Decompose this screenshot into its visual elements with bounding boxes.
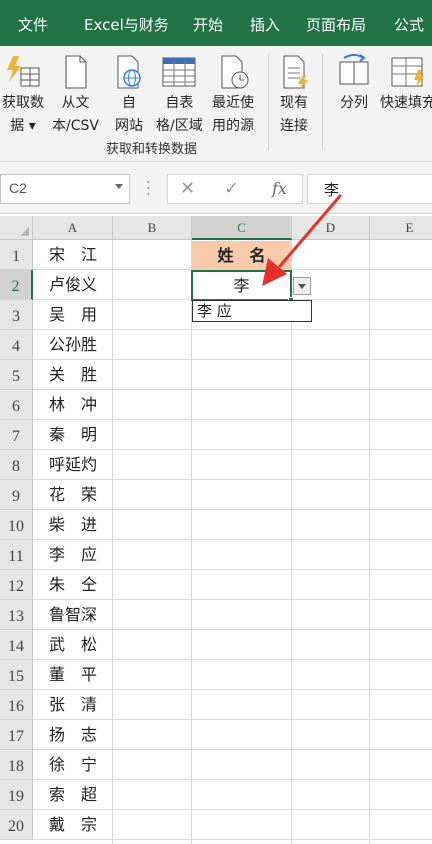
cell-a17[interactable]: 扬 志 — [34, 720, 112, 750]
row-header-8[interactable]: 8 — [0, 450, 33, 480]
drag-handle-icon[interactable]: · · · — [146, 176, 150, 202]
from-web-button[interactable]: 自 网站 — [114, 54, 144, 138]
cell-a18[interactable]: 徐 宁 — [34, 750, 112, 780]
ribbon-tab-bar: 文件 Excel与财务 开始 插入 页面布局 公式 — [0, 0, 432, 46]
tab-file[interactable]: 文件 — [18, 0, 48, 46]
gridline — [291, 240, 292, 844]
row-header-12[interactable]: 12 — [0, 570, 33, 600]
cell-a16[interactable]: 张 清 — [34, 690, 112, 720]
row-header-7[interactable]: 7 — [0, 420, 33, 450]
formula-bar: C2 · · · ✕ ✓ fx 李 — [0, 162, 432, 214]
existing-connections-button[interactable]: 现有 连接 — [278, 54, 310, 138]
get-data-button[interactable]: 获取数 据 ▾ — [2, 54, 44, 138]
tab-insert[interactable]: 插入 — [250, 0, 280, 46]
row-header-9[interactable]: 9 — [0, 480, 33, 510]
formula-value: 李 — [324, 181, 340, 199]
gridline — [369, 240, 370, 844]
ribbon: 获取数 据 ▾ 从文 本/CSV 自 网站 自表 格/区域 最近使 用的源 现有… — [0, 46, 432, 162]
row-header-5[interactable]: 5 — [0, 360, 33, 390]
cell-a14[interactable]: 武 松 — [34, 630, 112, 660]
tab-home[interactable]: 开始 — [193, 0, 223, 46]
ribbon-separator — [322, 54, 323, 150]
row-header-13[interactable]: 13 — [0, 600, 33, 630]
row-header-19[interactable]: 19 — [0, 780, 33, 810]
group-label-get-transform-data: 获取和转换数据 — [106, 142, 198, 157]
database-icon — [7, 56, 40, 87]
tab-page-layout[interactable]: 页面布局 — [306, 0, 366, 46]
row-header-17[interactable]: 17 — [0, 720, 33, 750]
column-header-d[interactable]: D — [292, 216, 370, 240]
cell-c1-header[interactable]: 姓 名 — [192, 241, 291, 270]
cell-a7[interactable]: 秦 明 — [34, 420, 112, 450]
text-file-icon — [65, 55, 87, 89]
cell-a12[interactable]: 朱 仝 — [34, 570, 112, 600]
autocomplete-list: 李 应 — [192, 300, 312, 322]
split-column-button[interactable]: 分列 — [336, 54, 372, 115]
select-all-icon — [20, 227, 29, 236]
chevron-down-icon — [298, 284, 306, 289]
row-header-10[interactable]: 10 — [0, 510, 33, 540]
row-header-2[interactable]: 2 — [0, 270, 33, 300]
cell-a1[interactable]: 宋 江 — [34, 240, 112, 270]
enter-icon[interactable]: ✓ — [224, 178, 239, 199]
cell-c2-active[interactable]: 李 — [191, 270, 292, 301]
ribbon-separator — [268, 54, 269, 150]
cell-a4[interactable]: 公孙胜 — [34, 330, 112, 360]
table-icon — [162, 57, 196, 87]
gridline — [191, 240, 192, 844]
row-header-6[interactable]: 6 — [0, 390, 33, 420]
name-box-value: C2 — [9, 180, 27, 196]
row-header-18[interactable]: 18 — [0, 750, 33, 780]
split-column-icon — [339, 54, 369, 85]
row-header-15[interactable]: 15 — [0, 660, 33, 690]
gridline — [112, 240, 113, 844]
row-header-11[interactable]: 11 — [0, 540, 33, 570]
recent-sources-button[interactable]: 最近使 用的源 — [212, 54, 254, 138]
autocomplete-option[interactable]: 李 应 — [197, 302, 232, 321]
flash-fill-icon — [391, 57, 424, 88]
cell-a6[interactable]: 林 冲 — [34, 390, 112, 420]
cancel-icon[interactable]: ✕ — [180, 178, 195, 199]
column-header-e[interactable]: E — [370, 216, 432, 240]
row-header-4[interactable]: 4 — [0, 330, 33, 360]
row-header-14[interactable]: 14 — [0, 630, 33, 660]
cell-a13[interactable]: 鲁智深 — [34, 600, 112, 630]
worksheet-grid[interactable]: A B C D E 1宋 江 2 卢俊义 3 吴 用 4 公孙胜 5 关 胜6林 冲7秦 明8呼… — [0, 216, 432, 844]
from-text-csv-button[interactable]: 从文 本/CSV — [52, 54, 99, 138]
chevron-down-icon[interactable] — [115, 184, 123, 189]
connection-icon — [283, 55, 308, 90]
row-header-16[interactable]: 16 — [0, 690, 33, 720]
insert-function-icon[interactable]: fx — [272, 179, 287, 198]
flash-fill-button[interactable]: 快速填充 — [380, 54, 432, 115]
tab-formulas[interactable]: 公式 — [394, 0, 424, 46]
clock-file-icon — [221, 55, 249, 89]
cell-a20[interactable]: 戴 宗 — [34, 810, 112, 840]
row-header-1[interactable]: 1 — [0, 240, 33, 270]
select-all-button[interactable] — [0, 216, 33, 240]
autocomplete-dropdown-button[interactable] — [293, 277, 311, 295]
cell-a15[interactable]: 董 平 — [34, 660, 112, 690]
row-header-3[interactable]: 3 — [0, 300, 33, 330]
cell-a11[interactable]: 李 应 — [34, 540, 112, 570]
formula-buttons: ✕ ✓ fx — [167, 174, 303, 204]
cell-a8[interactable]: 呼延灼 — [34, 450, 112, 480]
column-header-c[interactable]: C — [192, 216, 292, 240]
row-header-20[interactable]: 20 — [0, 810, 33, 840]
tab-excel-finance[interactable]: Excel与财务 — [84, 0, 169, 46]
from-table-range-button[interactable]: 自表 格/区域 — [156, 54, 203, 138]
web-icon — [117, 55, 141, 89]
cell-a2[interactable]: 卢俊义 — [34, 270, 112, 300]
name-box[interactable]: C2 — [0, 174, 130, 204]
column-header-a[interactable]: A — [33, 216, 113, 240]
cell-a9[interactable]: 花 荣 — [34, 480, 112, 510]
column-header-b[interactable]: B — [113, 216, 192, 240]
cell-a3[interactable]: 吴 用 — [34, 300, 112, 330]
formula-input[interactable]: 李 — [307, 174, 432, 204]
cell-a5[interactable]: 关 胜 — [34, 360, 112, 390]
cell-a10[interactable]: 柴 进 — [34, 510, 112, 540]
cell-a19[interactable]: 索 超 — [34, 780, 112, 810]
